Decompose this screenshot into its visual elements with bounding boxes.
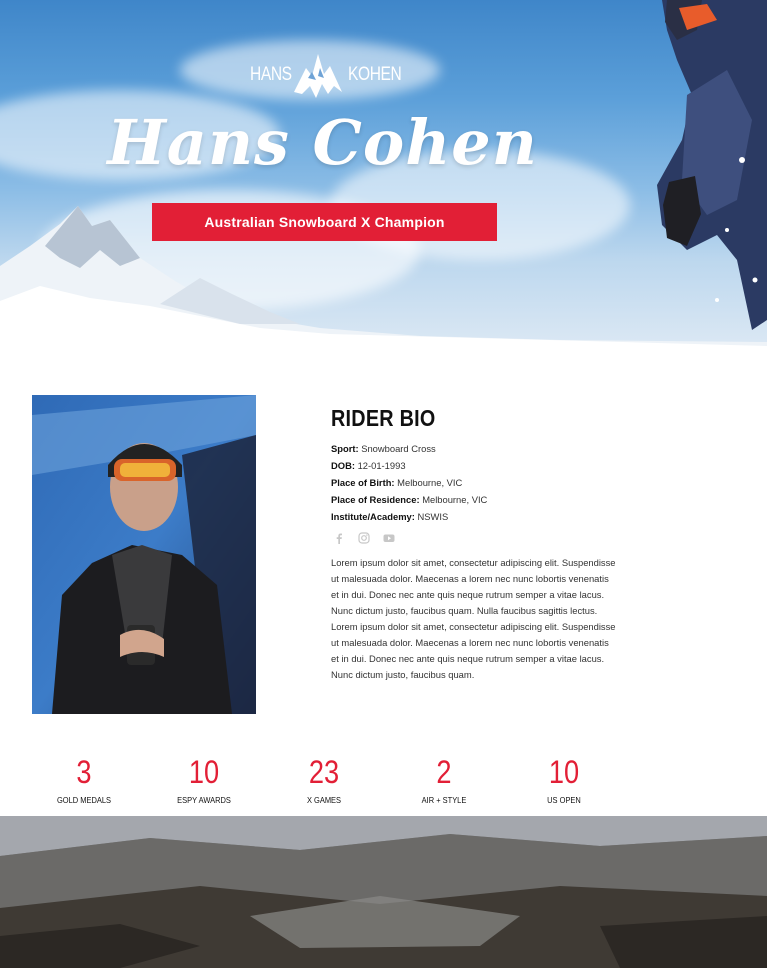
stat-label: US OPEN bbox=[547, 795, 581, 805]
field-value: Snowboard Cross bbox=[361, 443, 436, 454]
instagram-icon[interactable] bbox=[358, 531, 370, 544]
bio-heading: RIDER BIO bbox=[331, 405, 436, 431]
logo-text-left: HANS bbox=[250, 64, 292, 85]
field-label: Institute/Academy: bbox=[331, 511, 415, 522]
field-label: Place of Birth: bbox=[331, 477, 395, 488]
social-links bbox=[333, 531, 621, 544]
stat-air-style: 2 AIR + STYLE bbox=[384, 754, 504, 805]
stat-us-open: 10 US OPEN bbox=[504, 754, 624, 805]
stat-espy-awards: 10 ESPY AWARDS bbox=[144, 754, 264, 805]
bio-field-dob: DOB: 12-01-1993 bbox=[331, 457, 621, 474]
stat-label: X GAMES bbox=[306, 795, 342, 805]
stat-label: GOLD MEDALS bbox=[56, 795, 112, 805]
stat-value: 10 bbox=[188, 754, 220, 790]
stat-label: ESPY AWARDS bbox=[177, 795, 231, 805]
bio-text: Lorem ipsum dolor sit amet, consectetur … bbox=[331, 557, 616, 680]
field-value: Melbourne, VIC bbox=[422, 494, 488, 505]
bio-field-institute: Institute/Academy: NSWIS bbox=[331, 508, 621, 525]
hero-subtitle-badge: Australian Snowboard X Champion bbox=[152, 203, 497, 241]
stat-value: 3 bbox=[76, 754, 92, 790]
youtube-icon[interactable] bbox=[383, 531, 395, 543]
field-label: DOB: bbox=[331, 460, 355, 471]
rider-portrait-image bbox=[32, 395, 256, 714]
stat-value: 2 bbox=[436, 754, 452, 790]
rider-bio: RIDER BIO Sport: Snowboard Cross DOB: 12… bbox=[331, 405, 621, 683]
field-value: 12-01-1993 bbox=[357, 460, 406, 471]
field-label: Sport: bbox=[331, 443, 359, 454]
bio-field-birthplace: Place of Birth: Melbourne, VIC bbox=[331, 474, 621, 491]
bio-field-residence: Place of Residence: Melbourne, VIC bbox=[331, 491, 621, 508]
field-value: NSWIS bbox=[417, 511, 449, 522]
site-logo[interactable]: HANS KOHEN bbox=[248, 48, 402, 102]
stat-label: AIR + STYLE bbox=[421, 795, 467, 805]
field-label: Place of Residence: bbox=[331, 494, 420, 505]
stat-gold-medals: 3 GOLD MEDALS bbox=[24, 754, 144, 805]
bio-field-sport: Sport: Snowboard Cross bbox=[331, 440, 621, 457]
forest-valley-image bbox=[0, 816, 767, 968]
logo-text-right: KOHEN bbox=[348, 64, 402, 85]
field-value: Melbourne, VIC bbox=[397, 477, 463, 488]
hero-title: Hans Cohen bbox=[107, 106, 538, 179]
stat-x-games: 23 X GAMES bbox=[264, 754, 384, 805]
facebook-icon[interactable] bbox=[333, 531, 345, 544]
hero-banner: HANS KOHEN Hans Cohen Australian Snowboa… bbox=[0, 0, 767, 346]
stat-value: 10 bbox=[548, 754, 580, 790]
mountain-logo-icon bbox=[294, 54, 342, 98]
stat-value: 23 bbox=[308, 754, 340, 790]
